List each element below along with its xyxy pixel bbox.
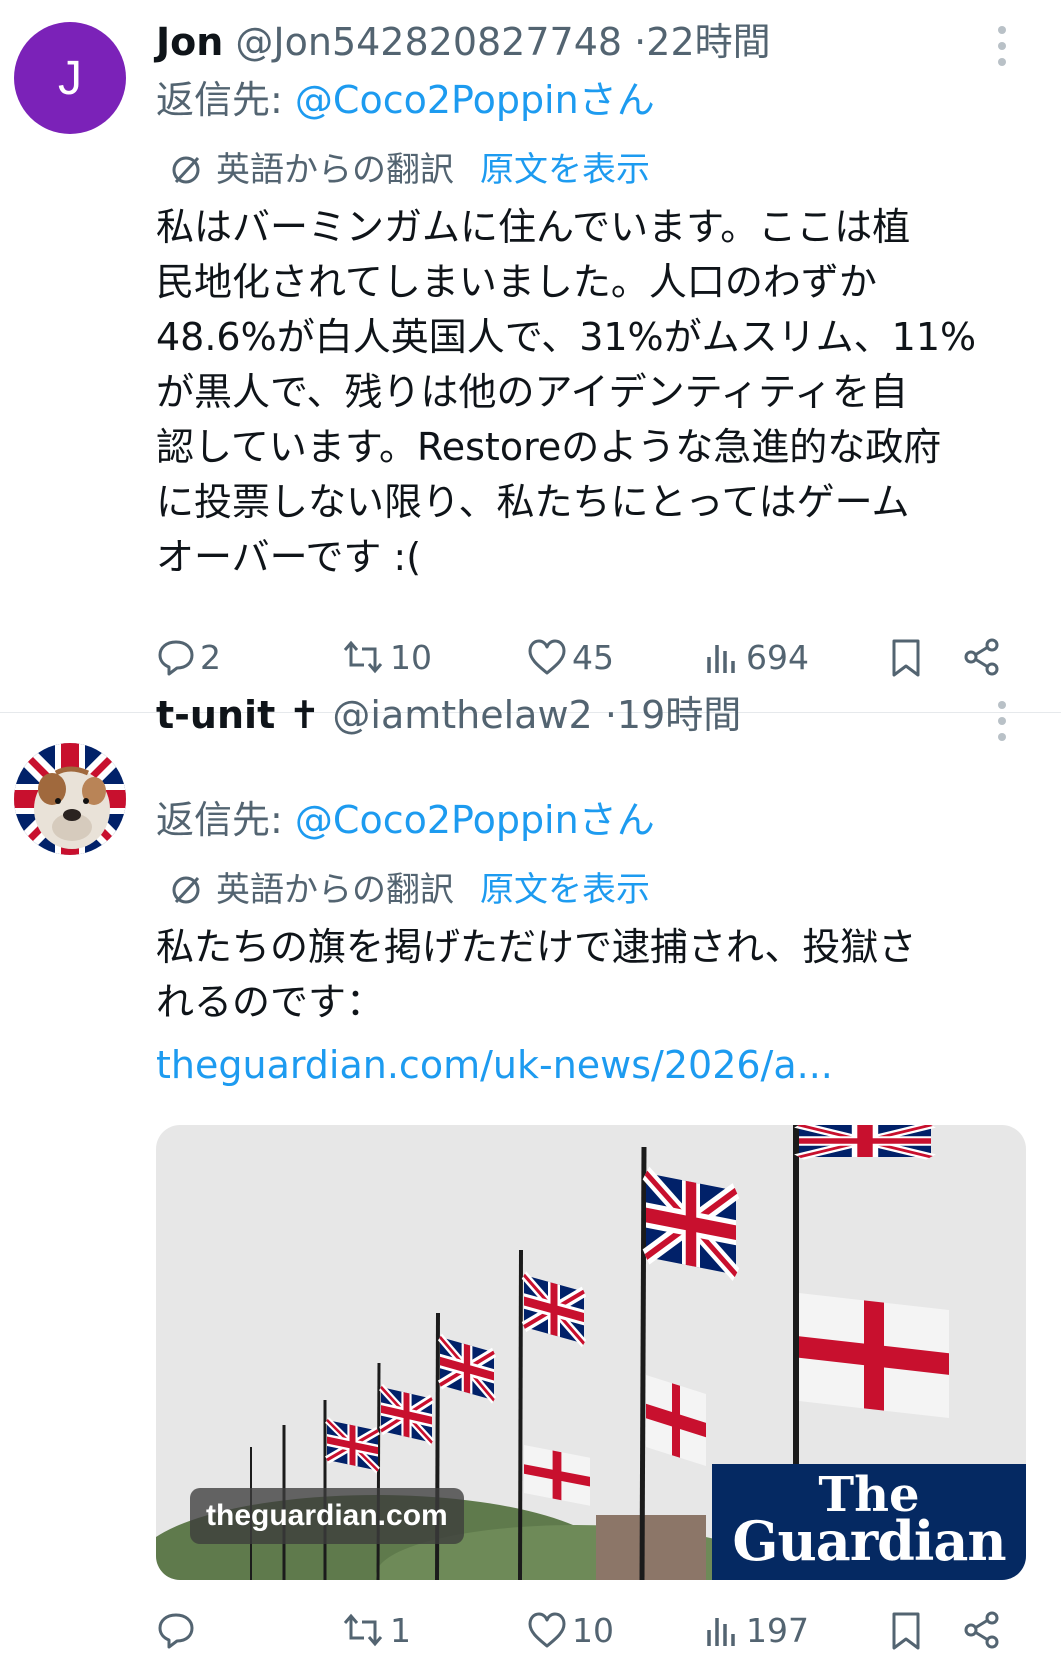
link-preview-card[interactable]: theguardian.com The Guardian [156,1125,1026,1580]
reply-suffix[interactable]: さん [579,78,655,122]
tweet-header: Jon @Jon542820827748 ·22時間 [156,20,771,64]
timestamp[interactable]: 22時間 [646,20,770,64]
tweet-text: 私はバーミンガムに住んでいます。ここは植 民地化されてしまいました。人口のわずか… [156,205,977,579]
bookmark-button[interactable] [888,1610,924,1652]
more-options-icon[interactable] [992,701,1012,741]
repost-count: 10 [390,637,432,677]
reply-mention-link[interactable]: @Coco2Poppinさん [295,798,655,842]
like-icon [528,1612,566,1648]
repost-button[interactable]: 1 [340,1610,411,1650]
repost-count: 1 [390,1610,411,1650]
reply-mention-link[interactable]: @Coco2Poppinさん [295,78,655,122]
translation-line: 英語からの翻訳 原文を表示 [168,870,650,910]
reply-count: 2 [200,637,221,677]
tweet-text: 私たちの旗を掲げただけで逮捕され、投獄さ れるのです： [156,925,917,1024]
like-icon [528,639,566,675]
like-count: 10 [572,1610,614,1650]
tweet-jon[interactable]: J Jon @Jon542820827748 ·22時間 返信先: @Coco2… [0,0,1061,712]
views-button[interactable]: 197 [702,1610,809,1650]
translate-icon [172,876,200,904]
reply-prefix: 返信先: [156,78,283,122]
avatar[interactable]: J [14,22,126,134]
card-domain-badge: theguardian.com [190,1488,464,1544]
repost-icon [343,1613,383,1647]
reply-suffix[interactable]: さん [579,798,655,842]
avatar[interactable] [14,743,126,855]
share-icon [964,638,999,676]
share-button[interactable] [962,637,1002,677]
reply-button[interactable]: 2 [156,637,221,677]
action-bar: 2 10 45 694 [0,637,1061,687]
view-count: 197 [746,1610,809,1650]
translation-line: 英語からの翻訳 原文を表示 [168,150,650,190]
bookmark-button[interactable] [888,637,924,679]
like-button[interactable]: 45 [526,637,614,677]
share-button[interactable] [962,1610,1002,1650]
bulldog-avatar-image [14,743,126,855]
reply-icon [158,640,194,676]
user-handle[interactable]: @iamthelaw2 [332,693,592,737]
reply-to-line: 返信先: @Coco2Poppinさん [156,78,655,122]
reply-prefix: 返信先: [156,798,283,842]
show-original-link[interactable]: 原文を表示 [480,150,650,190]
translated-from-label: 英語からの翻訳 [216,870,454,910]
views-button[interactable]: 694 [702,637,809,677]
reply-mention[interactable]: @Coco2Poppin [295,78,579,122]
repost-button[interactable]: 10 [340,637,432,677]
tweet-header: t-unit ✝ @iamthelaw2 ·19時間 [156,693,741,737]
translate-icon [172,156,200,184]
display-name[interactable]: t-unit ✝ [156,693,320,737]
repost-icon [343,640,383,674]
bookmark-icon [892,1612,920,1650]
show-original-link[interactable]: 原文を表示 [480,870,650,910]
more-options-icon[interactable] [992,26,1012,66]
logo-line-2: Guardian [732,1509,1006,1573]
user-handle[interactable]: @Jon542820827748 [235,20,622,64]
article-link[interactable]: theguardian.com/uk-news/2026/a... [156,1043,833,1087]
views-icon [707,645,735,673]
separator-dot: · [604,693,617,737]
views-icon [707,1618,735,1646]
translated-from-label: 英語からの翻訳 [216,150,454,190]
separator-dot: · [634,20,647,64]
action-bar-2: 1 10 197 [0,1610,1061,1660]
display-name[interactable]: Jon [156,20,223,64]
view-count: 694 [746,637,809,677]
bookmark-icon [892,639,920,677]
like-button[interactable]: 10 [526,1610,614,1650]
timestamp[interactable]: 19時間 [617,693,741,737]
reply-to-line: 返信先: @Coco2Poppinさん [156,798,655,842]
guardian-logo: The Guardian [712,1464,1026,1580]
reply-icon [158,1613,194,1649]
reply-mention[interactable]: @Coco2Poppin [295,798,579,842]
like-count: 45 [572,637,614,677]
share-icon [964,1611,999,1649]
reply-button[interactable] [156,1610,200,1650]
avatar-letter: J [58,51,82,105]
